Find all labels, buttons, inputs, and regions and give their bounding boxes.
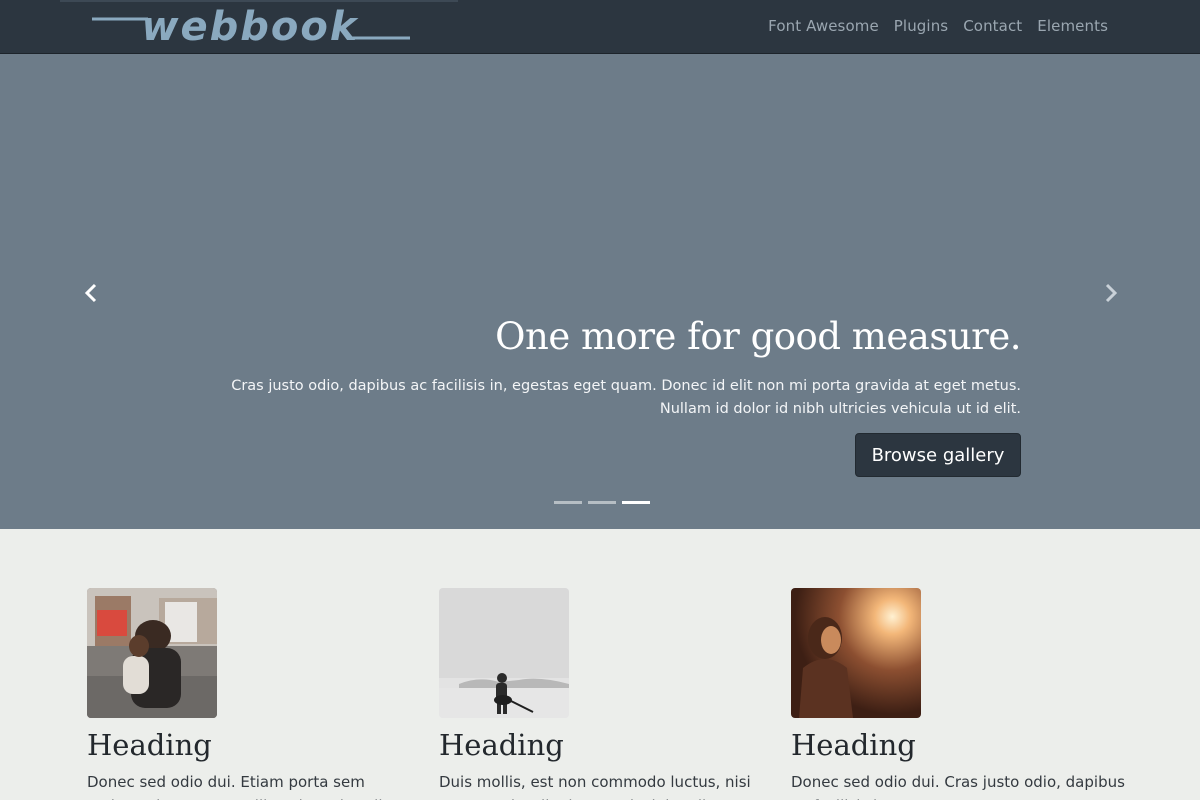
feature-image-street-family	[87, 588, 217, 718]
nav-item-plugins[interactable]: Plugins	[894, 17, 948, 35]
navbar: webbook Font Awesome Plugins Contact Ele…	[0, 0, 1200, 54]
hero-carousel: One more for good measure. Cras justo od…	[0, 54, 1200, 529]
carousel-heading: One more for good measure.	[495, 315, 1021, 358]
carousel-indicator-3[interactable]	[622, 501, 650, 504]
carousel-caption: One more for good measure. Cras justo od…	[201, 312, 1021, 421]
carousel-indicator-1[interactable]	[554, 501, 582, 504]
carousel-indicators	[554, 501, 650, 504]
feature-image-sunset-woman	[791, 588, 921, 718]
feature-heading-1: Heading	[87, 728, 212, 762]
feature-heading-2: Heading	[439, 728, 564, 762]
feature-image-guitarist	[439, 588, 569, 718]
carousel-text: Cras justo odio, dapibus ac facilisis in…	[231, 378, 1021, 417]
carousel-prev-button[interactable]	[76, 278, 106, 308]
chevron-left-icon	[84, 283, 97, 303]
main-nav: Font Awesome Plugins Contact Elements	[768, 17, 1108, 35]
carousel-next-button[interactable]	[1096, 278, 1126, 308]
chevron-right-icon	[1105, 283, 1118, 303]
nav-item-font-awesome[interactable]: Font Awesome	[768, 17, 879, 35]
nav-item-elements[interactable]: Elements	[1037, 17, 1108, 35]
feature-text-2: Duis mollis, est non commodo luctus, nis…	[439, 773, 751, 800]
svg-text:webbook: webbook	[142, 6, 359, 48]
browse-gallery-button[interactable]: Browse gallery	[855, 433, 1021, 477]
carousel-indicator-2[interactable]	[588, 501, 616, 504]
feature-column-3: Heading Donec sed odio dui. Cras justo o…	[791, 588, 1131, 800]
feature-column-2: Heading Duis mollis, est non commodo luc…	[439, 588, 779, 800]
feature-text-1: Donec sed odio dui. Etiam porta sem male…	[87, 773, 406, 800]
feature-text-3: Donec sed odio dui. Cras justo odio, dap…	[791, 773, 1125, 800]
brand-logo[interactable]: webbook	[90, 6, 415, 48]
feature-column-1: Heading Donec sed odio dui. Etiam porta …	[87, 588, 427, 800]
feature-heading-3: Heading	[791, 728, 916, 762]
nav-item-contact[interactable]: Contact	[963, 17, 1022, 35]
